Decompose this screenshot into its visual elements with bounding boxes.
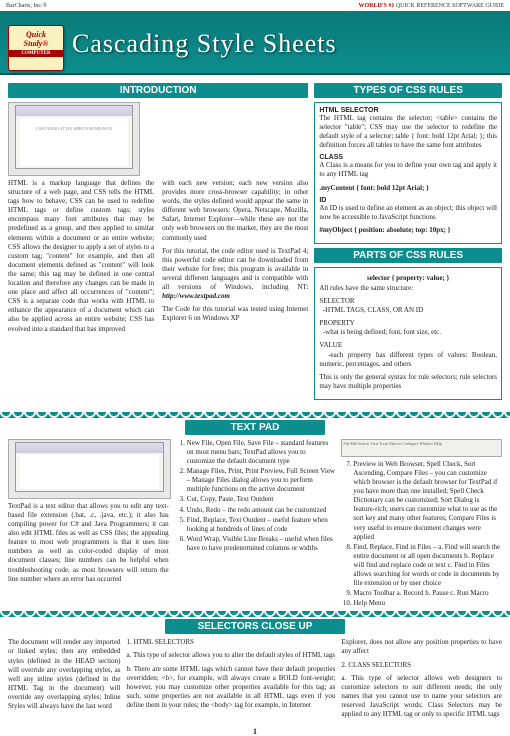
intro-para-2: with each new version; each new version …: [162, 179, 308, 243]
section-selectors: SELECTORS CLOSE UP: [165, 619, 345, 634]
textpad-list-3: Find, Replace, Find in Files – a. Find w…: [341, 543, 502, 609]
section-types: TYPES OF CSS RULES: [314, 83, 502, 98]
list-item: Word Wrap, Visible Line Breaks – useful …: [187, 535, 336, 553]
textpad-para: TextPad is a text editor that allows you…: [8, 502, 169, 584]
section-introduction: INTRODUCTION: [8, 83, 308, 98]
list-item: Find, Replace, Text Outdent – useful fea…: [187, 516, 336, 534]
page-number: 1: [0, 727, 510, 736]
html-selectors-h: 1. HTML SELECTORS: [126, 638, 335, 647]
list-item: Cut, Copy, Paste, Text Outdent: [187, 495, 336, 504]
quickstudy-logo: QuickStudy® COMPUTER: [8, 25, 64, 71]
header: QuickStudy® COMPUTER Cascading Style She…: [0, 11, 510, 75]
tagline: WORLD'S #1 QUICK REFERENCE SOFTWARE GUID…: [358, 3, 504, 9]
section-textpad: TEXT PAD: [185, 420, 325, 435]
page-title: Cascading Style Sheets: [72, 29, 337, 59]
html-sel-b: b. There are some HTML tags which cannot…: [126, 665, 335, 710]
divider-scallop: [0, 412, 510, 418]
html-sel-a: a. This type of selector allows you to a…: [126, 651, 335, 660]
textpad-list-2: Preview in Web Browser, Spell Check, Sor…: [341, 460, 502, 542]
textpad-row: TextPad is a text editor that allows you…: [8, 439, 502, 610]
list-item: Preview in Web Browser, Spell Check, Sor…: [353, 460, 502, 542]
list-item: Help Menu: [353, 599, 502, 608]
selclose-intro: The document will render any imported or…: [8, 638, 120, 711]
intro-para-1: HTML is a markup language that defines t…: [8, 179, 154, 334]
intro-para-3: For this tutorial, the code editor used …: [162, 247, 308, 302]
class-selectors-h: 2. CLASS SELECTORS: [341, 661, 502, 670]
screenshot-browser: CASCADING STYLE SHEETS HOME PAGE: [8, 102, 140, 176]
list-item: Macro Toolbar a. Record b. Pause c. Run …: [353, 589, 502, 598]
screenshot-toolbar: File Edit Search View Tools Macros Confi…: [341, 439, 502, 457]
selectors-row: The document will render any imported or…: [8, 638, 502, 723]
screenshot-textpad: [8, 439, 171, 499]
list-item: Find, Replace, Find in Files – a. Find w…: [353, 543, 502, 588]
types-box: HTML SELECTOR The HTML tag contains the …: [314, 102, 502, 244]
class-sel-a: a. This type of selector allows web desi…: [341, 674, 502, 719]
textpad-list-1: New File, Open File, Save File – standar…: [175, 439, 336, 553]
parts-box: selector { property: value; } All rules …: [314, 267, 502, 400]
publisher: BarCharts, Inc.®: [6, 3, 47, 9]
intro-para-4: The Code for this tutorial was tested us…: [162, 305, 308, 323]
section-parts: PARTS OF CSS RULES: [314, 248, 502, 263]
html-sel-c: Explorer, does not allow any position pr…: [341, 638, 502, 656]
list-item: Undo, Redo – the redo amount can be cust…: [187, 506, 336, 515]
list-item: Manage Files, Print, Print Preview, Full…: [187, 467, 336, 494]
divider-scallop-2: [0, 611, 510, 617]
list-item: New File, Open File, Save File – standar…: [187, 439, 336, 466]
top-bar: BarCharts, Inc.® WORLD'S #1 QUICK REFERE…: [0, 0, 510, 11]
row-1: INTRODUCTION CASCADING STYLE SHEETS HOME…: [0, 75, 510, 410]
